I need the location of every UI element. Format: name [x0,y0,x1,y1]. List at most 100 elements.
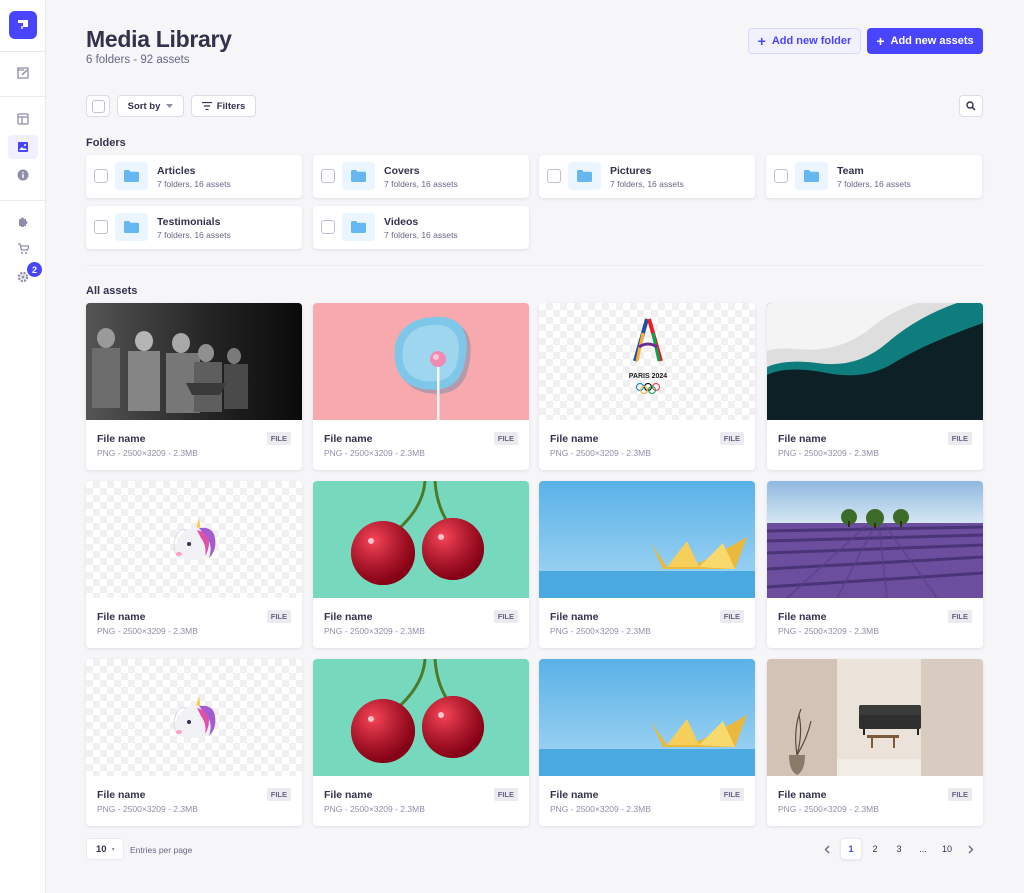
folder-icon [342,213,375,241]
asset-meta: PNG - 2500×3209 - 2.3MB [550,448,651,458]
asset-card[interactable]: File name PNG - 2500×3209 - 2.3MB FILE [86,659,302,826]
filter-icon [201,102,212,110]
plugins-icon[interactable] [8,209,38,233]
folder-checkbox[interactable] [547,169,561,183]
page-title: Media Library [86,26,232,52]
folder-meta: 7 folders, 16 assets [610,179,684,189]
asset-name: File name [778,611,827,623]
folder-checkbox[interactable] [321,169,335,183]
asset-card[interactable]: File name PNG - 2500×3209 - 2.3MB FILE [86,481,302,648]
folder-meta: 7 folders, 16 assets [837,179,911,189]
page-subtitle: 6 folders - 92 assets [86,54,190,66]
folder-checkbox[interactable] [94,220,108,234]
asset-meta: PNG - 2500×3209 - 2.3MB [97,448,198,458]
info-icon[interactable] [8,163,38,187]
media-library-icon[interactable] [8,135,38,159]
folder-icon [568,162,601,190]
add-folder-label: Add new folder [771,35,852,47]
folder-checkbox[interactable] [774,169,788,183]
asset-meta: PNG - 2500×3209 - 2.3MB [97,804,198,814]
asset-meta: PNG - 2500×3209 - 2.3MB [550,626,651,636]
content-type-builder-icon[interactable] [8,107,38,131]
folder-name: Articles [157,165,196,177]
pagination-ellipsis: ... [919,844,927,854]
asset-type-badge: FILE [719,788,744,801]
select-all-checkbox[interactable] [86,95,110,117]
asset-card[interactable]: File name PNG - 2500×3209 - 2.3MB FILE [767,303,983,470]
logo-text: PARIS 2024 [629,373,667,380]
asset-card[interactable]: File name PNG - 2500×3209 - 2.3MB FILE [539,481,755,648]
page-button[interactable]: 10 [936,838,958,860]
asset-card[interactable]: File name PNG - 2500×3209 - 2.3MB FILE [313,481,529,648]
chevron-down-icon [166,103,174,108]
page-button[interactable]: 2 [864,838,886,860]
folder-card[interactable]: Testimonials 7 folders, 16 assets [86,206,302,249]
folder-checkbox[interactable] [321,220,335,234]
asset-name: File name [550,611,599,623]
asset-type-badge: FILE [493,610,518,623]
asset-type-badge: FILE [947,432,972,445]
lavender-field-photo [767,481,983,598]
asset-name: File name [778,789,827,801]
app-logo[interactable] [9,11,37,39]
folder-name: Covers [384,165,420,177]
page-button[interactable]: 3 [888,838,910,860]
asset-meta: PNG - 2500×3209 - 2.3MB [324,448,425,458]
marketplace-icon[interactable] [8,237,38,261]
add-folder-button[interactable]: + Add new folder [748,28,861,54]
asset-type-badge: FILE [266,432,291,445]
add-assets-button[interactable]: + Add new assets [867,28,983,54]
unicorn-emoji [86,481,302,598]
asset-name: File name [550,789,599,801]
asset-card[interactable]: File name PNG - 2500×3209 - 2.3MB FILE [767,481,983,648]
asset-card[interactable]: File name PNG - 2500×3209 - 2.3MB FILE [313,303,529,470]
folder-name: Videos [384,216,419,228]
nav-divider [0,96,46,97]
content-manager-icon[interactable] [8,61,38,85]
folder-card[interactable]: Articles 7 folders, 16 assets [86,155,302,198]
per-page-label: Entries per page [130,845,193,855]
search-button[interactable] [959,95,983,117]
main-nav: 2 [0,0,46,893]
asset-meta: PNG - 2500×3209 - 2.3MB [324,804,425,814]
asset-name: File name [97,789,146,801]
folder-card[interactable]: Pictures 7 folders, 16 assets [539,155,755,198]
sort-button[interactable]: Sort by [117,95,184,117]
folder-icon [115,162,148,190]
folder-icon [795,162,828,190]
folder-icon [342,162,375,190]
chevron-left-icon [824,845,830,853]
prev-page-button[interactable] [816,838,838,860]
asset-card[interactable]: File name PNG - 2500×3209 - 2.3MB FILE [767,659,983,826]
per-page-value: 10 [96,843,107,855]
musicians-photo [86,303,302,420]
page-button[interactable]: 1 [840,838,862,860]
folder-name: Testimonials [157,216,221,228]
add-assets-label: Add new assets [890,35,974,47]
folder-card[interactable]: Covers 7 folders, 16 assets [313,155,529,198]
asset-type-badge: FILE [719,610,744,623]
assets-heading: All assets [86,285,138,297]
chevron-right-icon [968,845,974,853]
asset-card[interactable]: File name PNG - 2500×3209 - 2.3MB FILE [313,659,529,826]
asset-type-badge: FILE [947,610,972,623]
asset-card[interactable]: PARIS 2024 File name PNG - 2500×3209 - 2.3… [539,303,755,470]
folder-card[interactable]: Team 7 folders, 16 assets [766,155,982,198]
asset-name: File name [550,433,599,445]
asset-name: File name [97,611,146,623]
per-page-select[interactable]: 10 ▾ [86,838,124,860]
cherries-photo [313,481,529,598]
folder-checkbox[interactable] [94,169,108,183]
cherries-photo [313,659,529,776]
asset-meta: PNG - 2500×3209 - 2.3MB [97,626,198,636]
chevron-down-icon: ▾ [111,846,115,853]
asset-card[interactable]: File name PNG - 2500×3209 - 2.3MB FILE [86,303,302,470]
filters-button[interactable]: Filters [191,95,256,117]
nav-divider [0,200,46,201]
folder-card[interactable]: Videos 7 folders, 16 assets [313,206,529,249]
folder-name: Team [837,165,864,177]
asset-type-badge: FILE [719,432,744,445]
next-page-button[interactable] [960,838,982,860]
asset-card[interactable]: File name PNG - 2500×3209 - 2.3MB FILE [539,659,755,826]
sort-label: Sort by [127,100,161,112]
